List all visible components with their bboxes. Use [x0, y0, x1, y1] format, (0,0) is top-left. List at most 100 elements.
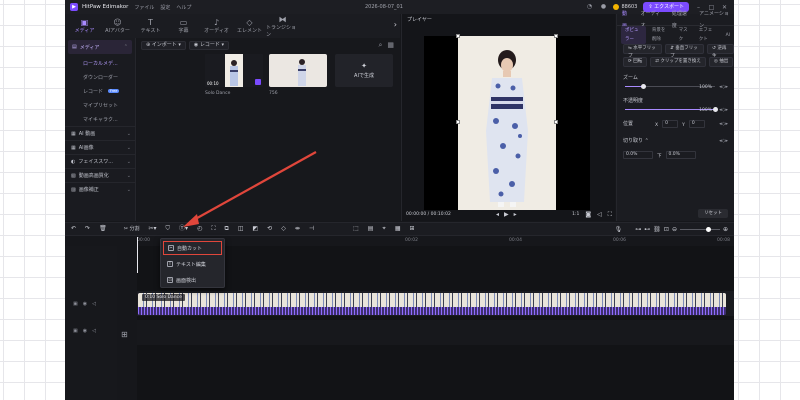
subtab-remove-bg[interactable]: 背景を削除 — [648, 26, 673, 44]
loop-icon[interactable]: ⟲ — [267, 225, 272, 233]
snap-icon[interactable]: ⊞ — [409, 225, 414, 233]
video-clip-solo-dance[interactable]: 0:10 Solo Dance — [138, 293, 726, 315]
user-icon[interactable]: ● — [599, 3, 607, 11]
undo-icon[interactable]: ↶ — [71, 225, 76, 233]
slider-knob[interactable] — [640, 84, 646, 89]
prev-frame-icon[interactable]: ◂ — [496, 211, 499, 218]
opacity-value[interactable]: 100% — [699, 105, 712, 116]
rotate-button[interactable]: ⟳ 回転 — [623, 57, 648, 67]
transform-icon[interactable]: ⧉ — [225, 225, 229, 233]
flip-horizontal-button[interactable]: ⇋ 水平フリップ — [623, 44, 663, 59]
export-frame-icon[interactable]: ⬚ — [353, 225, 359, 233]
zoom-knob[interactable] — [705, 227, 711, 232]
text-edit-menu-item[interactable]: T テキスト編集 — [163, 257, 222, 271]
replace-clip-button[interactable]: ⇄ クリップを置き換え — [650, 57, 706, 67]
tab-element[interactable]: ◇ エレメント — [233, 14, 266, 38]
mask-icon[interactable]: ◩ — [252, 225, 258, 233]
crop-bottom-input[interactable]: 0.0% — [665, 151, 696, 159]
text-tool-icon[interactable]: Ⓣ▾ — [179, 225, 188, 233]
main-video-track[interactable]: 0:10 Solo Dance — [137, 291, 734, 316]
sidebar-item-local-media[interactable]: ローカルメデ... — [65, 56, 135, 70]
track-visibility-icon[interactable]: ▣ — [73, 301, 78, 307]
fullscreen-icon[interactable]: ⛶ — [608, 211, 612, 219]
menu-settings[interactable]: 設定 — [160, 4, 170, 11]
grid-view-icon[interactable]: ▦ — [387, 41, 394, 50]
snapshot-icon[interactable]: ◙ — [585, 211, 591, 218]
zoom-in-icon[interactable]: ⊕ — [723, 226, 728, 233]
tab-text[interactable]: T テキスト — [134, 14, 167, 38]
track-visibility-icon[interactable]: ▣ — [73, 328, 78, 334]
empty-track[interactable] — [137, 320, 734, 345]
sidebar-item-downloader[interactable]: ダウンローダー — [65, 70, 135, 84]
timeline-ruler[interactable]: 00:00 00:02 00:04 00:06 00:08 — [137, 237, 734, 246]
next-frame-icon[interactable]: ▸ — [514, 211, 517, 218]
mic-icon[interactable]: 🎙 — [615, 226, 623, 233]
sidebar-item-face-swap[interactable]: ◐ フェイススワ... ⌄ — [65, 154, 135, 168]
sidebar-item-ai-image[interactable]: ▦ AI画像 ⌄ — [65, 140, 135, 154]
keyframe-icon[interactable]: ◂◇▸ — [719, 136, 728, 147]
crop-label[interactable]: 切り取り — [623, 138, 643, 144]
slider-knob[interactable] — [712, 107, 718, 112]
media-thumb-756[interactable] — [269, 54, 327, 87]
layer-icon[interactable]: ▦ — [395, 225, 401, 233]
tab-subtitle[interactable]: ▭ 字幕 — [167, 14, 200, 38]
extract-button[interactable]: ◎ 抽出 — [708, 57, 734, 67]
aspect-ratio[interactable]: 1:1 — [572, 212, 579, 217]
keyframe-icon[interactable]: ◂◇▸ — [719, 82, 728, 93]
track-lock-icon[interactable]: ⊡ — [664, 226, 669, 233]
sidebar-item-my-characters[interactable]: マイキャラク... — [65, 112, 135, 126]
tab-ai-avatar[interactable]: ☺ AIアバター — [101, 14, 134, 38]
sidebar-media-header[interactable]: ▤ メディア ⌃ — [68, 40, 132, 54]
timeline-zoom-slider[interactable] — [679, 227, 720, 232]
zoom-out-icon[interactable]: ⊖ — [672, 226, 677, 233]
chevron-up-icon[interactable]: ⌃ — [645, 138, 649, 144]
y-input[interactable]: 0 — [688, 120, 705, 128]
tab-transition[interactable]: ⧓ トランジション — [266, 14, 299, 38]
import-button[interactable]: ⊕ インポート ▾ — [141, 40, 186, 50]
ai-cut-menu-icon[interactable]: ✂▾ — [148, 225, 156, 233]
resize-handle[interactable] — [554, 120, 558, 124]
subtab-mask[interactable]: マスク — [675, 26, 693, 44]
add-track-icon[interactable]: ⊞ — [121, 330, 128, 339]
menu-file[interactable]: ファイル — [134, 4, 154, 11]
magnet-icon[interactable]: ⊷ — [644, 226, 650, 233]
resize-handle[interactable] — [456, 120, 460, 124]
redo-icon[interactable]: ↷ — [85, 225, 90, 233]
chain-icon[interactable]: ⛓ — [653, 226, 661, 233]
shield-icon[interactable]: ⛉ — [166, 225, 171, 233]
sidebar-item-image-enhance[interactable]: ▨ 画像補正 ⌄ — [65, 182, 135, 196]
player-stage[interactable] — [424, 34, 590, 210]
sidebar-item-video-enhance[interactable]: ▧ 動画高画質化 ⌄ — [65, 168, 135, 182]
playhead[interactable] — [137, 237, 138, 273]
crop-icon[interactable]: ⛶ — [211, 225, 215, 233]
tab-audio[interactable]: ♪ オーディオ — [200, 14, 233, 38]
ai-generate-tile[interactable]: ✦ AIで生成 — [335, 54, 393, 87]
track-mute-icon[interactable]: ◁ — [92, 301, 96, 307]
play-icon[interactable]: ▶ — [504, 211, 509, 218]
auto-cut-menu-item[interactable]: ✂ 自動カット — [163, 241, 222, 255]
resize-handle[interactable] — [456, 34, 460, 38]
sidebar-item-record[interactable]: レコード Free — [65, 84, 135, 98]
search-icon[interactable]: ⌕ — [378, 41, 382, 50]
volume-icon[interactable]: ◁ — [597, 211, 602, 218]
media-thumb-solo-dance[interactable]: 00:10 — [205, 54, 263, 87]
zoom-value[interactable]: 100% — [699, 82, 712, 93]
link-icon[interactable]: ⊶ — [635, 226, 641, 233]
delete-icon[interactable]: 🗑 — [99, 225, 107, 233]
track-lock-icon[interactable]: ◉ — [83, 301, 87, 307]
flip-vertical-button[interactable]: ⇵ 垂直フリップ — [665, 44, 705, 59]
subtab-popular[interactable]: ポピュラー — [621, 26, 646, 44]
reverse-button[interactable]: ↺ 逆再生 — [707, 44, 734, 59]
split-button[interactable]: ✂ 分割 — [124, 225, 140, 233]
tabs-next-icon[interactable]: › — [394, 20, 397, 29]
track-mute-icon[interactable]: ◁ — [92, 328, 96, 334]
sidebar-item-my-presets[interactable]: マイプリセット — [65, 98, 135, 112]
reset-button[interactable]: リセット — [698, 209, 728, 218]
mirror-icon[interactable]: ⇹ — [295, 225, 300, 233]
keyframe-icon[interactable]: ◂◇▸ — [719, 119, 728, 130]
marker-icon[interactable]: ⌖ — [382, 225, 385, 233]
track-lock-icon[interactable]: ◉ — [83, 328, 87, 334]
subtab-ai[interactable]: AI — [722, 31, 734, 40]
scene-detect-menu-item[interactable]: ⊡ 画面検出 — [163, 273, 222, 287]
record-button[interactable]: ◉ レコード ▾ — [188, 40, 229, 50]
